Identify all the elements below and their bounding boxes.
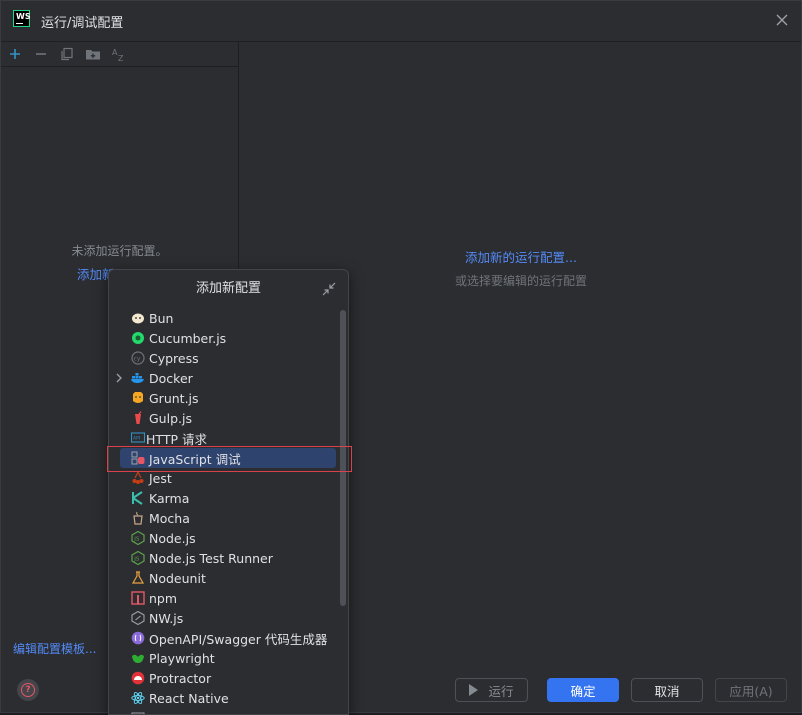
list-item-cucumber[interactable]: Cucumber.js — [120, 328, 336, 348]
remove-configuration-button[interactable] — [32, 45, 50, 63]
add-new-run-configuration-link[interactable]: 添加新的运行配置... — [241, 247, 801, 266]
list-item-openapi[interactable]: OpenAPI/Swagger 代码生成器 — [120, 628, 336, 648]
move-to-folder-button[interactable] — [84, 45, 102, 63]
jest-icon — [130, 470, 146, 486]
help-button[interactable]: ? — [17, 679, 39, 701]
svg-text:API: API — [133, 436, 140, 442]
copy-configuration-button[interactable] — [58, 45, 76, 63]
svg-text:JS: JS — [133, 537, 140, 543]
nodejs-test-runner-icon: JS — [130, 550, 146, 566]
list-item-npm[interactable]: npm — [120, 588, 336, 608]
edit-configuration-templates-link[interactable]: 编辑配置模板... — [13, 640, 96, 657]
react-native-icon — [130, 690, 146, 706]
list-item-react-native[interactable]: React Native — [120, 688, 336, 708]
copy-icon — [61, 47, 73, 61]
svg-text:cy: cy — [134, 356, 141, 363]
javascript-debug-icon — [130, 450, 146, 466]
tree-toolbar: AZ — [1, 42, 238, 67]
popup-title: 添加新配置 — [195, 281, 261, 296]
chevron-right-icon[interactable] — [114, 371, 124, 385]
nwjs-icon — [130, 610, 146, 626]
list-item-nodejs[interactable]: JS Node.js — [120, 528, 336, 548]
list-item-bun[interactable]: Bun — [120, 308, 336, 328]
list-item-partial[interactable] — [120, 708, 336, 714]
http-request-icon: API — [130, 430, 146, 446]
playwright-icon — [130, 650, 146, 666]
plus-icon — [10, 49, 20, 59]
add-new-configuration-popup: 添加新配置 Bun Cucumber.js cy Cypress Docker … — [108, 269, 349, 715]
list-item-nodeunit[interactable]: Nodeunit — [120, 568, 336, 588]
cypress-icon: cy — [130, 350, 146, 366]
list-item-protractor[interactable]: Protractor — [120, 668, 336, 688]
svg-text:Z: Z — [118, 54, 124, 62]
webstorm-logo-icon: WS — [13, 10, 31, 27]
dialog-title: 运行/调试配置 — [41, 16, 124, 31]
run-button[interactable]: 运行 — [455, 678, 528, 702]
cucumber-icon — [130, 330, 146, 346]
list-item-cypress[interactable]: cy Cypress — [120, 348, 336, 368]
mocha-icon — [130, 510, 146, 526]
list-item-docker[interactable]: Docker — [116, 368, 336, 388]
openapi-icon — [130, 630, 146, 646]
sort-alphabetically-button[interactable]: AZ — [110, 45, 128, 63]
list-item-karma[interactable]: Karma — [120, 488, 336, 508]
list-item-nodejs-test-runner[interactable]: JS Node.js Test Runner — [120, 548, 336, 568]
list-item-javascript-debug[interactable]: JavaScript 调试 — [120, 448, 336, 468]
apply-button[interactable]: 应用(A) — [715, 678, 787, 702]
docker-icon — [130, 370, 146, 386]
protractor-icon — [130, 670, 146, 686]
cancel-button[interactable]: 取消 — [631, 678, 703, 702]
karma-icon — [130, 490, 146, 506]
popup-scrollbar[interactable] — [340, 310, 346, 606]
npm-icon — [130, 590, 146, 606]
svg-text:JS: JS — [133, 557, 140, 563]
sort-az-icon: AZ — [112, 48, 124, 62]
list-item-http-request[interactable]: API HTTP 请求 — [120, 428, 336, 448]
minus-icon — [36, 53, 46, 55]
run-button-label: 运行 — [488, 683, 514, 699]
folder-icon — [86, 50, 100, 60]
collapse-icon[interactable] — [322, 282, 336, 296]
list-item-jest[interactable]: Jest — [120, 468, 336, 488]
nodejs-icon: JS — [130, 530, 146, 546]
gulp-icon — [130, 410, 146, 426]
ok-button[interactable]: 确定 — [547, 678, 619, 702]
title-bar: WS 运行/调试配置 — [1, 1, 801, 42]
bun-icon — [130, 310, 146, 326]
help-icon: ? — [21, 683, 35, 697]
no-configurations-message: 未添加运行配置。 — [71, 244, 168, 258]
add-configuration-button[interactable] — [6, 45, 24, 63]
nodeunit-icon — [130, 570, 146, 586]
list-item-grunt[interactable]: Grunt.js — [120, 388, 336, 408]
list-item-playwright[interactable]: Playwright — [120, 648, 336, 668]
close-icon[interactable] — [773, 11, 791, 29]
list-item-mocha[interactable]: Mocha — [120, 508, 336, 528]
run-triangle-icon — [469, 684, 479, 696]
grunt-icon — [130, 390, 146, 406]
list-item-gulp[interactable]: Gulp.js — [120, 408, 336, 428]
list-item-nwjs[interactable]: NW.js — [120, 608, 336, 628]
